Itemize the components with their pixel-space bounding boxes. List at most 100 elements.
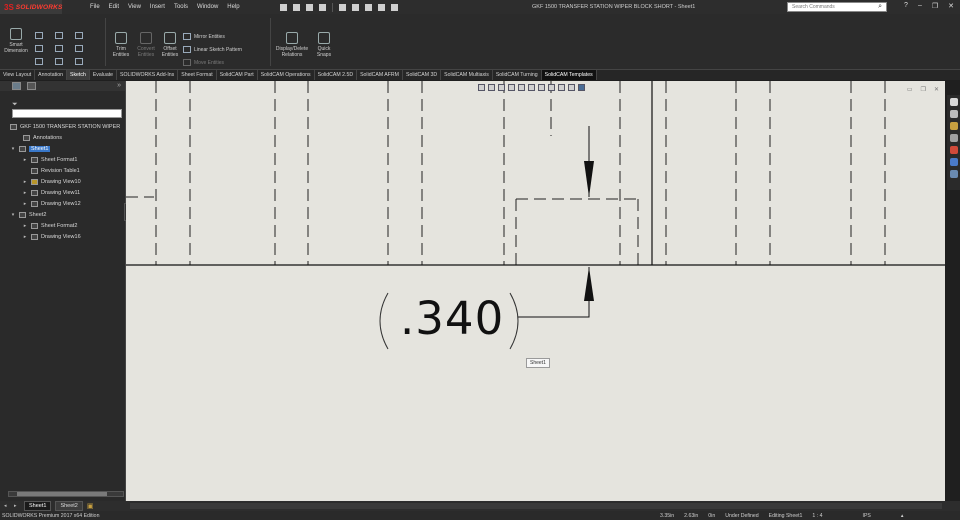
tab-evaluate[interactable]: Evaluate [90, 70, 118, 80]
custom-properties-icon[interactable] [949, 158, 958, 166]
tree-item-drawing-view16[interactable]: ▸ Drawing View16 [10, 231, 126, 242]
solidworks-logo[interactable]: 3S SOLIDWORKS [0, 0, 62, 14]
save-icon[interactable] [305, 3, 313, 11]
tree-item-annotations[interactable]: Annotations [10, 132, 126, 143]
add-sheet-icon[interactable]: ▣ [87, 502, 94, 510]
restore-icon[interactable]: ❐ [932, 2, 938, 10]
menu-edit[interactable]: Edit [109, 4, 119, 10]
tree-item-sheet2[interactable]: ▾ Sheet2 [10, 209, 126, 220]
expand-icon[interactable]: ▸ [22, 190, 28, 196]
quick-snaps-button[interactable]: Quick Snaps [313, 32, 335, 58]
display-delete-relations-button[interactable]: Display/Delete Relations [273, 32, 311, 58]
first-sheet-icon[interactable]: ◂ [4, 503, 10, 509]
spline-tool[interactable] [75, 32, 83, 39]
view-palette-icon[interactable] [949, 134, 958, 142]
view-settings-icon[interactable] [568, 84, 575, 91]
panel-expand-icon[interactable]: » [117, 82, 121, 89]
tree-item-sheet-format2[interactable]: ▸ Sheet Format2 [10, 220, 126, 231]
file-explorer-icon[interactable] [949, 122, 958, 130]
close-icon[interactable]: ✕ [948, 2, 954, 10]
expand-icon[interactable]: ▸ [22, 179, 28, 185]
solidcam-icon[interactable] [949, 170, 958, 178]
line-tool[interactable] [35, 32, 43, 39]
menu-tools[interactable]: Tools [174, 4, 188, 10]
status-menu-icon[interactable]: ▴ [901, 513, 904, 519]
tab-view-layout[interactable]: View Layout [0, 70, 36, 80]
sheet-scale[interactable]: 1 : 4 [812, 513, 822, 519]
tab-solidcam-3d[interactable]: SolidCAM 3D [403, 70, 442, 80]
linear-sketch-pattern-button[interactable]: Linear Sketch Pattern [183, 46, 242, 53]
menu-window[interactable]: Window [197, 4, 218, 10]
tab-solidworks-addins[interactable]: SOLIDWORKS Add-Ins [117, 70, 179, 80]
tab-solidcam-part[interactable]: SolidCAM Part [217, 70, 258, 80]
tab-solidcam-turning[interactable]: SolidCAM Turning [493, 70, 542, 80]
zoom-to-area-icon[interactable] [488, 84, 495, 91]
point-tool[interactable] [55, 58, 63, 65]
mirror-entities-button[interactable]: Mirror Entities [183, 33, 225, 40]
select-cursor-icon[interactable] [351, 3, 359, 11]
tab-annotation[interactable]: Annotation [35, 70, 67, 80]
circle-tool[interactable] [55, 32, 63, 39]
sheet-tab-sheet1[interactable]: Sheet1 [24, 501, 52, 511]
viewport-close-icon[interactable]: ✕ [934, 86, 939, 93]
appearances-icon[interactable] [949, 146, 958, 154]
help-icon[interactable]: ? [904, 2, 908, 10]
scrollbar-thumb[interactable] [17, 492, 107, 496]
new-document-icon[interactable] [279, 3, 287, 11]
print-icon[interactable] [318, 3, 326, 11]
rectangle-tool[interactable] [35, 45, 43, 52]
filter-icon[interactable]: ⏷ [12, 101, 18, 109]
tree-item-drawing-view12[interactable]: ▸ Drawing View12 [10, 198, 126, 209]
tab-solidcam-operations[interactable]: SolidCAM Operations [258, 70, 315, 80]
tab-solidcam-afrm[interactable]: SolidCAM AFRM [357, 70, 403, 80]
expand-icon[interactable]: ▸ [22, 223, 28, 229]
solidworks-resources-icon[interactable] [949, 98, 958, 106]
tab-solidcam-multiaxis[interactable]: SolidCAM Multiaxis [441, 70, 493, 80]
undo-icon[interactable] [338, 3, 346, 11]
apply-scene-icon[interactable] [558, 84, 565, 91]
tab-sketch[interactable]: Sketch [66, 70, 90, 80]
panel-horizontal-scrollbar[interactable] [8, 491, 124, 497]
collapse-icon[interactable]: ▾ [10, 212, 16, 218]
move-entities-button[interactable]: Move Entities [183, 59, 224, 66]
unit-system[interactable]: IPS [863, 513, 871, 519]
collapse-icon[interactable]: ▾ [10, 146, 16, 152]
tree-item-sheet1[interactable]: ▾ Sheet1 [10, 143, 126, 154]
options-gear-icon[interactable] [390, 3, 398, 11]
viewport-minimize-icon[interactable]: ▭ [907, 86, 913, 93]
sheet-tab-sheet2[interactable]: Sheet2 [55, 501, 83, 511]
expand-icon[interactable]: ▸ [22, 234, 28, 240]
open-icon[interactable] [292, 3, 300, 11]
tab-solidcam-25d[interactable]: SolidCAM 2.5D [315, 70, 358, 80]
zoom-to-fit-icon[interactable] [478, 84, 485, 91]
tree-item-revision-table1[interactable]: Revision Table1 [10, 165, 126, 176]
hide-show-items-icon[interactable] [538, 84, 545, 91]
property-manager-tab-icon[interactable] [27, 82, 36, 90]
tree-item-drawing-view11[interactable]: ▸ Drawing View11 [10, 187, 126, 198]
text-tool[interactable] [75, 58, 83, 65]
search-commands-input[interactable]: Search Commands ⌕ [787, 2, 887, 12]
menu-help[interactable]: Help [227, 4, 239, 10]
tab-sheet-format[interactable]: Sheet Format [178, 70, 217, 80]
polygon-tool[interactable] [35, 58, 43, 65]
canvas-horizontal-scrollbar[interactable] [130, 503, 942, 509]
viewport-restore-icon[interactable]: ❐ [921, 86, 926, 93]
menu-view[interactable]: View [128, 4, 141, 10]
menu-insert[interactable]: Insert [150, 4, 165, 10]
tab-solidcam-templates[interactable]: SolidCAM Templates [541, 70, 597, 80]
tree-item-drawing-view10[interactable]: ▸ Drawing View10 [10, 176, 126, 187]
previous-view-icon[interactable] [498, 84, 505, 91]
smart-dimension-button[interactable]: Smart Dimension [3, 28, 29, 54]
file-properties-icon[interactable] [377, 3, 385, 11]
tree-filter-input[interactable] [12, 109, 122, 118]
display-style-icon[interactable] [528, 84, 535, 91]
next-sheet-icon[interactable]: ▸ [14, 503, 20, 509]
expand-icon[interactable]: ▸ [22, 201, 28, 207]
trim-entities-button[interactable]: Trim Entities [108, 32, 134, 58]
dimension-value[interactable]: .340 [400, 292, 504, 345]
expand-icon[interactable]: ▸ [22, 157, 28, 163]
rebuild-traffic-light-icon[interactable] [364, 3, 372, 11]
fillet-tool[interactable] [75, 45, 83, 52]
slot-tool[interactable] [55, 45, 63, 52]
tree-item-sheet-format1[interactable]: ▸ Sheet Format1 [10, 154, 126, 165]
